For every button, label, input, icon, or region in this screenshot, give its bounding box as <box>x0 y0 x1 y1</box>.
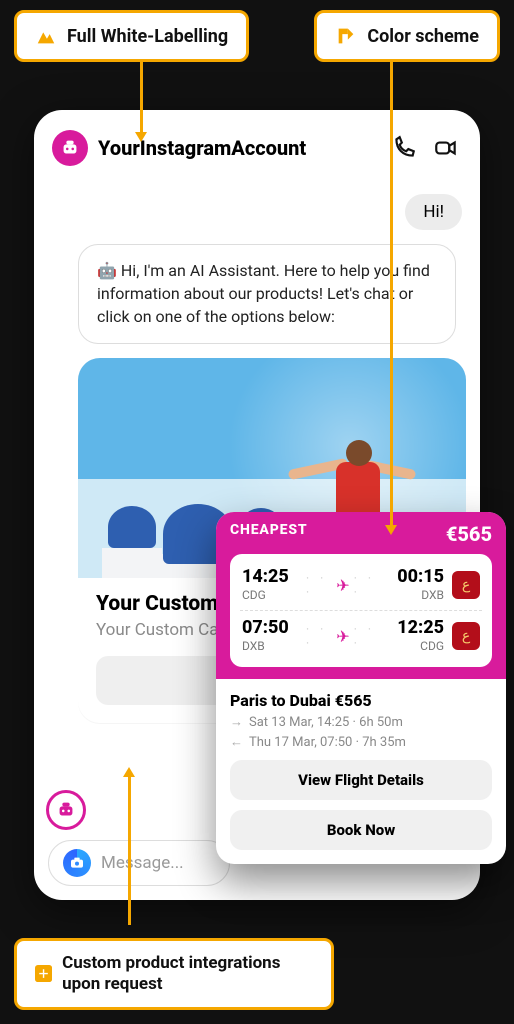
plane-icon: ✈ <box>336 576 349 595</box>
callout-integrations-text: Custom product integrations upon request <box>62 953 313 996</box>
airline-logo: ع <box>452 622 480 650</box>
arr-time: 12:25 <box>380 619 444 637</box>
connector-line <box>128 775 131 925</box>
flight-price: €565 <box>446 522 492 546</box>
assistant-avatar <box>46 790 86 830</box>
arr-code: DXB <box>380 588 444 602</box>
dep-code: DXB <box>242 639 306 653</box>
arrow-right-icon: → <box>230 715 243 730</box>
arrow-left-icon: ← <box>230 735 243 750</box>
dep-time: 07:50 <box>242 619 306 637</box>
flight-return-summary: ←Thu 17 Mar, 07:50 · 7h 35m <box>230 734 492 750</box>
chat-header: YourInstagramAccount <box>34 110 480 178</box>
brand-avatar[interactable] <box>52 130 88 166</box>
camera-icon[interactable] <box>63 849 91 877</box>
flight-badge: CHEAPEST <box>230 522 307 546</box>
airline-logo: ع <box>452 571 480 599</box>
flight-title: Paris to Dubai €565 <box>230 691 492 710</box>
callout-color-scheme: Color scheme <box>314 10 500 62</box>
view-details-button[interactable]: View Flight Details <box>230 760 492 800</box>
flight-outbound-summary: →Sat 13 Mar, 14:25 · 6h 50m <box>230 714 492 730</box>
callout-white-label: Full White-Labelling <box>14 10 249 62</box>
plane-icon: ✈ <box>336 627 349 646</box>
paint-icon <box>335 25 357 47</box>
dep-time: 14:25 <box>242 568 306 586</box>
book-now-button[interactable]: Book Now <box>230 810 492 850</box>
arr-time: 00:15 <box>380 568 444 586</box>
flight-leg-outbound: 14:25 CDG · · ·✈· · · 00:15 DXB ع <box>240 560 482 610</box>
connector-line <box>140 62 143 134</box>
arr-code: CDG <box>380 639 444 653</box>
plus-icon <box>35 963 52 985</box>
dep-code: CDG <box>242 588 306 602</box>
user-message: Hi! <box>405 194 462 230</box>
video-call-button[interactable] <box>430 132 462 164</box>
flight-leg-return: 07:50 DXB · · ·✈· · · 12:25 CDG ع <box>240 610 482 661</box>
flight-result-card: CHEAPEST €565 14:25 CDG · · ·✈· · · 00:1… <box>216 512 506 864</box>
ai-message: 🤖 Hi, I'm an AI Assistant. Here to help … <box>78 244 456 344</box>
message-input[interactable]: Message... <box>101 853 184 873</box>
callout-color-scheme-text: Color scheme <box>367 26 479 47</box>
connector-line <box>390 62 393 527</box>
mountains-icon <box>35 25 57 47</box>
callout-white-label-text: Full White-Labelling <box>67 26 228 47</box>
callout-integrations: Custom product integrations upon request <box>14 938 334 1011</box>
